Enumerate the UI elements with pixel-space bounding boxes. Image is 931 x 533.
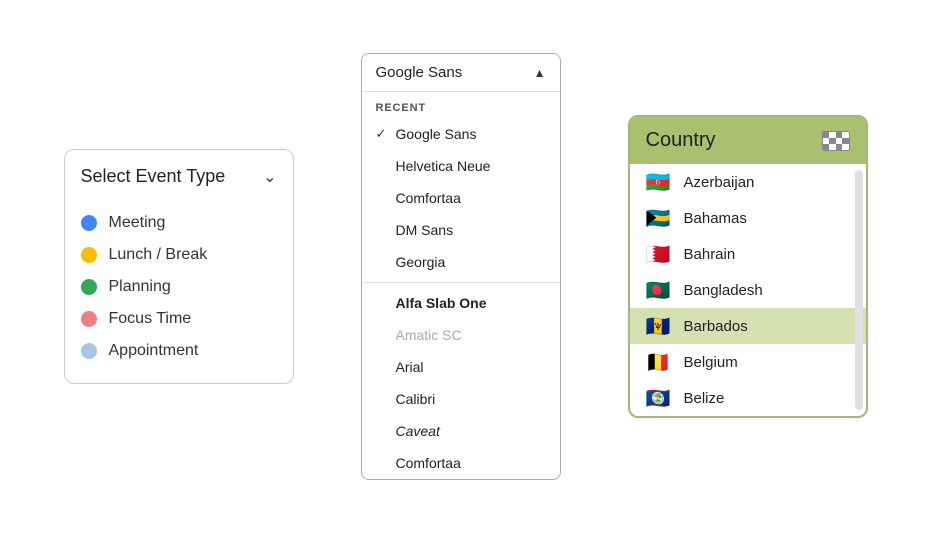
font-item-label: Alfa Slab One [396,295,546,311]
event-type-item-label: Planning [109,278,171,296]
font-header[interactable]: Google Sans ▲ [362,54,560,92]
event-type-color-dot [81,279,97,295]
event-type-dropdown[interactable]: Select Event Type ⌄ Meeting Lunch / Break… [64,149,294,384]
event-type-list-item[interactable]: Meeting [65,207,293,239]
font-item-label: Calibri [396,391,546,407]
event-type-list-item[interactable]: Lunch / Break [65,239,293,271]
country-flag-icon: 🇧🇧 [646,317,672,335]
event-type-item-label: Meeting [109,214,166,232]
event-type-list-item[interactable]: Focus Time [65,303,293,335]
font-list: RECENT✓Google SansHelvetica NeueComforta… [362,92,560,479]
country-list-item[interactable]: 🇧🇩 Bangladesh [630,272,866,308]
font-item-label: Caveat [396,423,546,439]
country-list-item[interactable]: 🇦🇿 Azerbaijan [630,164,866,200]
country-header: Country [630,117,866,164]
font-selected-label: Google Sans [376,64,463,81]
font-section-recent: RECENT [362,92,560,118]
country-name-label: Belgium [684,354,738,371]
event-type-color-dot [81,343,97,359]
event-type-item-label: Focus Time [109,310,192,328]
font-dropdown[interactable]: Google Sans ▲ RECENT✓Google SansHelvetic… [361,53,561,480]
event-type-color-dot [81,247,97,263]
font-list-item[interactable]: Amatic SC [362,319,560,351]
country-scroll-area: 🇦🇿 Azerbaijan 🇧🇸 Bahamas 🇧🇭 Bahrain 🇧🇩 Banglade… [630,164,866,416]
font-item-label: Arial [396,359,546,375]
font-list-item[interactable]: Alfa Slab One [362,287,560,319]
event-type-header[interactable]: Select Event Type ⌄ [65,160,293,199]
font-list-item[interactable]: Comfortaa [362,182,560,214]
font-section-divider [362,282,560,283]
country-name-label: Bahamas [684,210,747,227]
font-list-item[interactable]: ✓Google Sans [362,118,560,150]
country-list-item[interactable]: 🇧🇭 Bahrain [630,236,866,272]
font-list-item[interactable]: Caveat [362,415,560,447]
country-list: 🇦🇿 Azerbaijan 🇧🇸 Bahamas 🇧🇭 Bahrain 🇧🇩 Banglade… [630,164,866,416]
country-list-item[interactable]: 🇧🇧 Barbados [630,308,866,344]
event-type-item-label: Appointment [109,342,199,360]
font-list-item[interactable]: Comfortaa [362,447,560,479]
font-item-label: Google Sans [396,126,546,142]
country-flag-icon: 🇦🇿 [646,173,672,191]
country-list-item[interactable]: 🇧🇪 Belgium [630,344,866,380]
font-item-label: Comfortaa [396,455,546,471]
font-item-label: Amatic SC [396,327,546,343]
country-dropdown[interactable]: Country 🇦🇿 Azerbaijan 🇧🇸 Bahamas 🇧🇭 Bahrain 🇧🇩… [628,115,868,418]
country-flag-icon: 🇧🇭 [646,245,672,263]
font-item-label: DM Sans [396,222,546,238]
event-type-list-item[interactable]: Appointment [65,335,293,367]
event-type-list-item[interactable]: Planning [65,271,293,303]
event-type-title: Select Event Type [81,166,226,187]
country-name-label: Belize [684,390,725,407]
country-name-label: Bahrain [684,246,736,263]
chevron-down-icon: ⌄ [263,167,276,187]
country-name-label: Azerbaijan [684,174,755,191]
checkerboard-cell [842,144,849,150]
font-list-item[interactable]: Helvetica Neue [362,150,560,182]
font-item-label: Georgia [396,254,546,270]
font-item-label: Comfortaa [396,190,546,206]
country-flag-icon: 🇧🇿 [646,389,672,407]
font-list-item[interactable]: DM Sans [362,214,560,246]
country-flag-icon: 🇧🇸 [646,209,672,227]
font-list-item[interactable]: Georgia [362,246,560,278]
font-item-label: Helvetica Neue [396,158,546,174]
event-type-item-label: Lunch / Break [109,246,208,264]
event-type-color-dot [81,311,97,327]
font-dropdown-arrow-icon: ▲ [534,66,546,80]
country-name-label: Bangladesh [684,282,763,299]
country-name-label: Barbados [684,318,748,335]
font-list-item[interactable]: Arial [362,351,560,383]
country-title: Country [646,129,716,152]
country-flag-icon: 🇧🇩 [646,281,672,299]
event-type-color-dot [81,215,97,231]
event-type-list: Meeting Lunch / Break Planning Focus Time Ap… [65,199,293,367]
country-list-item[interactable]: 🇧🇿 Belize [630,380,866,416]
checkerboard-icon [822,131,850,151]
country-list-item[interactable]: 🇧🇸 Bahamas [630,200,866,236]
country-flag-icon: 🇧🇪 [646,353,672,371]
font-check-icon: ✓ [376,126,396,142]
font-list-item[interactable]: Calibri [362,383,560,415]
